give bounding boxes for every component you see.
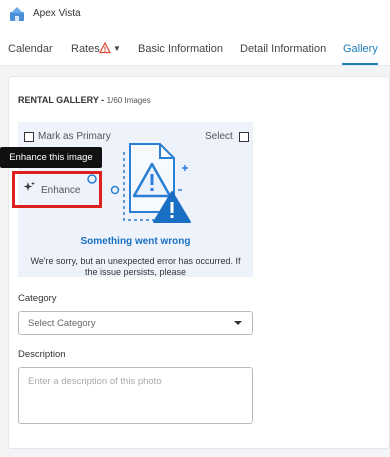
enhance-label: Enhance <box>41 185 81 196</box>
mark-primary-label: Mark as Primary <box>38 131 111 142</box>
category-select[interactable]: Select Category <box>18 311 253 335</box>
error-title: Something went wrong <box>80 236 191 247</box>
tab-detail-information[interactable]: Detail Information <box>240 43 326 55</box>
enhance-indicator-icon <box>87 174 97 184</box>
select-image-checkbox[interactable] <box>239 132 249 142</box>
gallery-section-title: RENTAL GALLERY - 1/60 Images <box>18 95 151 105</box>
tab-calendar[interactable]: Calendar <box>8 43 53 55</box>
error-message: We're sorry, but an unexpected error has… <box>30 256 241 277</box>
gallery-title: RENTAL GALLERY - <box>18 95 107 105</box>
active-tab-indicator <box>342 63 378 65</box>
select-label: Select <box>205 131 233 142</box>
tab-bar: Calendar Rates ▼ Basic Information Detai… <box>0 30 390 66</box>
enhance-tooltip: Enhance this image <box>0 147 102 168</box>
chevron-down-icon <box>234 321 242 325</box>
app-header: Apex Vista <box>0 0 390 30</box>
description-textarea[interactable]: Enter a description of this photo <box>18 367 253 424</box>
tab-rates[interactable]: Rates <box>71 43 100 55</box>
tab-gallery[interactable]: Gallery <box>343 43 378 55</box>
sparkle-icon <box>23 181 35 191</box>
mark-primary-checkbox[interactable] <box>24 132 34 142</box>
gallery-image-count: 1/60 Images <box>106 96 151 105</box>
category-label: Category <box>18 293 57 304</box>
description-placeholder: Enter a description of this photo <box>28 376 162 387</box>
app-logo-icon <box>10 7 24 21</box>
enhance-button[interactable]: Enhance <box>23 181 80 196</box>
warning-icon <box>99 42 111 54</box>
description-label: Description <box>18 349 66 360</box>
rates-dropdown-caret-icon[interactable]: ▼ <box>113 44 121 53</box>
tab-basic-information[interactable]: Basic Information <box>138 43 223 55</box>
category-select-value: Select Category <box>28 318 96 329</box>
app-title: Apex Vista <box>33 8 81 19</box>
error-document-icon <box>110 143 191 223</box>
